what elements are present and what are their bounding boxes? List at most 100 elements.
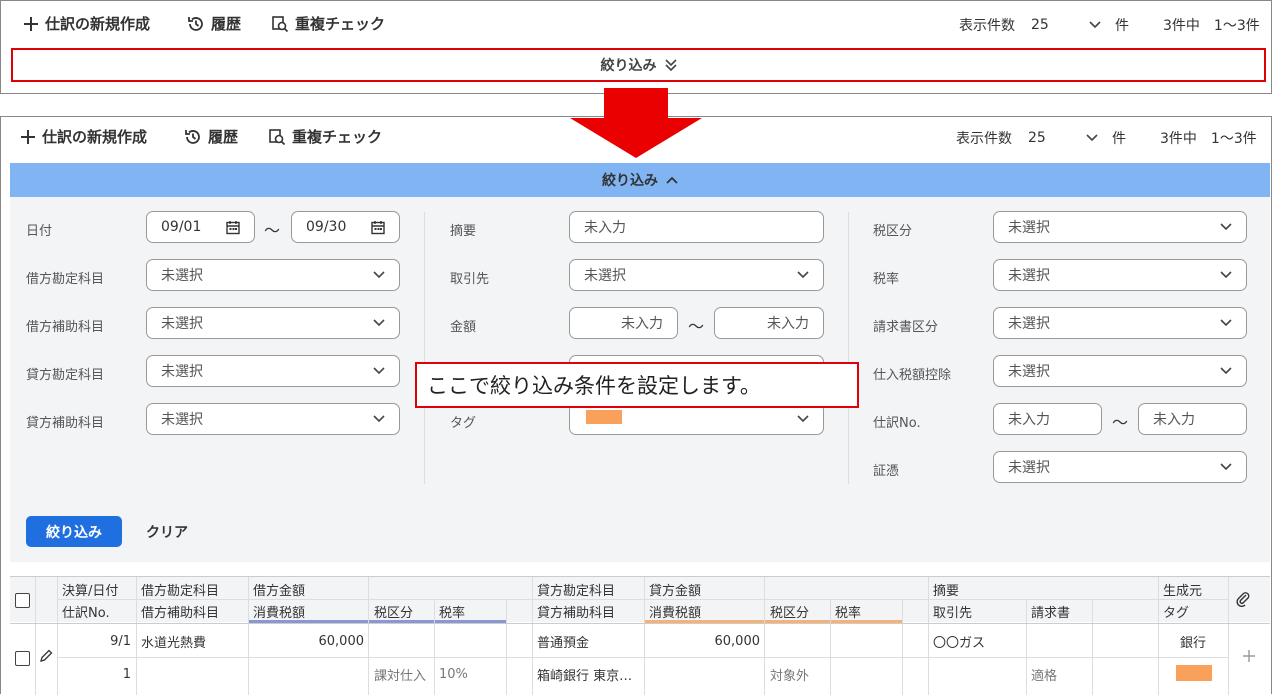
chevron-down-icon	[1220, 223, 1232, 231]
th-debit-tax: 消費税額	[253, 605, 306, 621]
per-page-select[interactable]: 25	[1028, 130, 1098, 146]
per-page-unit: 件	[1115, 18, 1129, 34]
history-button[interactable]: 履歴	[184, 126, 238, 147]
duplicate-check-button[interactable]: 重複チェック	[268, 126, 382, 147]
history-label: 履歴	[208, 128, 239, 146]
tax-rate-select[interactable]: 未選択	[993, 259, 1247, 291]
credit-sub-select[interactable]: 未選択	[146, 403, 400, 435]
filter-toggle-collapsed[interactable]: 絞り込み	[11, 48, 1266, 82]
new-entry-button[interactable]: 仕訳の新規作成	[20, 126, 147, 147]
th-summary: 摘要	[933, 583, 960, 599]
deduction-label: 仕入税額控除	[873, 368, 952, 383]
journal-table: 決算/日付 借方勘定科目 借方金額 貸方勘定科目 貸方金額 摘要 生成元 仕訳N…	[10, 576, 1270, 695]
per-page-label: 表示件数	[959, 18, 1015, 34]
th-credit-tax-class: 税区分	[770, 605, 810, 621]
select-all-checkbox[interactable]	[15, 592, 30, 608]
pagination-info: 表示件数 25 件 3件中 1〜3件	[956, 128, 1257, 148]
th-credit-tax-rate: 税率	[835, 605, 862, 621]
chevron-down-icon	[1220, 463, 1232, 471]
th-debit-amount: 借方金額	[253, 583, 306, 599]
amount-from-input[interactable]: 未入力	[569, 307, 678, 339]
th-credit-tax: 消費税額	[649, 605, 702, 621]
row-invoice: 適格	[1031, 668, 1058, 684]
date-from-input[interactable]: 09/01	[146, 211, 255, 243]
th-debit-tax-class: 税区分	[374, 605, 414, 621]
partner-select[interactable]: 未選択	[569, 259, 824, 291]
row-date: 9/1	[110, 633, 131, 649]
duplicate-check-label: 重複チェック	[295, 15, 386, 33]
th-invoice: 請求書	[1031, 605, 1071, 621]
history-icon	[188, 16, 203, 31]
entry-no-label: 仕訳No.	[873, 416, 921, 431]
calendar-icon	[371, 220, 385, 234]
chevron-down-icon	[1220, 319, 1232, 327]
entry-no-to-input[interactable]: 未入力	[1138, 403, 1247, 435]
new-entry-label: 仕訳の新規作成	[42, 128, 148, 146]
th-entry-no: 仕訳No.	[62, 605, 110, 621]
per-page-select[interactable]: 25	[1031, 17, 1101, 33]
debit-sub-select[interactable]: 未選択	[146, 307, 400, 339]
credit-account-label: 貸方勘定科目	[26, 368, 105, 383]
debit-account-label: 借方勘定科目	[26, 272, 105, 287]
tax-rate-label: 税率	[873, 272, 900, 287]
debit-account-select[interactable]: 未選択	[146, 259, 400, 291]
down-arrow-icon	[570, 88, 702, 158]
date-to-input[interactable]: 09/30	[291, 211, 400, 243]
row-tag-chip	[1176, 665, 1212, 681]
apply-filter-button[interactable]: 絞り込み	[26, 516, 122, 547]
th-partner: 取引先	[933, 605, 973, 621]
voucher-select[interactable]: 未選択	[993, 451, 1247, 483]
credit-account-select[interactable]: 未選択	[146, 355, 400, 387]
summary-input[interactable]: 未入力	[569, 211, 824, 243]
th-credit-amount: 貸方金額	[649, 583, 702, 599]
row-credit-account: 普通預金	[537, 635, 590, 651]
chevron-down-icon	[1089, 21, 1101, 29]
chevron-down-icon	[1086, 134, 1098, 142]
pencil-icon[interactable]	[39, 649, 53, 663]
new-entry-button[interactable]: 仕訳の新規作成	[23, 13, 150, 34]
row-checkbox[interactable]	[15, 650, 30, 666]
deduction-select[interactable]: 未選択	[993, 355, 1247, 387]
history-button[interactable]: 履歴	[187, 13, 241, 34]
chevron-down-icon	[373, 367, 385, 375]
tax-class-select[interactable]: 未選択	[993, 211, 1247, 243]
filter-toggle-label: 絞り込み	[600, 58, 657, 74]
callout-text: ここで絞り込み条件を設定します。	[427, 374, 761, 398]
paperclip-icon	[1236, 592, 1250, 607]
duplicate-check-button[interactable]: 重複チェック	[271, 13, 385, 34]
double-chevron-down-icon	[664, 59, 677, 72]
calendar-icon	[226, 220, 240, 234]
chevron-down-icon	[797, 271, 809, 279]
entry-no-from-input[interactable]: 未入力	[993, 403, 1102, 435]
th-tag: タグ	[1163, 605, 1190, 621]
chevron-down-icon	[373, 271, 385, 279]
invoice-class-select[interactable]: 未選択	[993, 307, 1247, 339]
chevron-down-icon	[797, 415, 809, 423]
duplicate-search-icon	[269, 128, 286, 145]
plus-icon[interactable]	[1242, 649, 1256, 663]
tag-chip	[586, 410, 622, 424]
history-label: 履歴	[211, 15, 242, 33]
clear-filter-button[interactable]: クリア	[146, 516, 188, 547]
invoice-class-label: 請求書区分	[873, 320, 939, 335]
column-divider	[848, 212, 849, 484]
row-entry-no[interactable]: 1	[57, 663, 131, 685]
credit-sub-label: 貸方補助科目	[26, 416, 105, 431]
plus-icon	[24, 16, 38, 31]
date-label: 日付	[26, 224, 53, 239]
count-text: 3件中	[1163, 18, 1200, 34]
range-text: 1〜3件	[1210, 131, 1257, 147]
th-date: 決算/日付	[62, 583, 119, 599]
filter-toggle-expanded[interactable]: 絞り込み	[10, 163, 1270, 197]
summary-label: 摘要	[450, 224, 477, 239]
row-debit-tax-class: 課対仕入	[374, 668, 427, 684]
range-text: 1〜3件	[1213, 18, 1260, 34]
history-icon	[185, 129, 200, 144]
row-credit-tax-class: 対象外	[770, 668, 810, 684]
th-credit-account: 貸方勘定科目	[537, 583, 616, 599]
entry-no-range-tilde: 〜	[1112, 413, 1129, 432]
tag-label: タグ	[450, 416, 477, 431]
chevron-down-icon	[373, 415, 385, 423]
amount-to-input[interactable]: 未入力	[714, 307, 824, 339]
row-debit-tax-rate: 10%	[439, 666, 468, 682]
